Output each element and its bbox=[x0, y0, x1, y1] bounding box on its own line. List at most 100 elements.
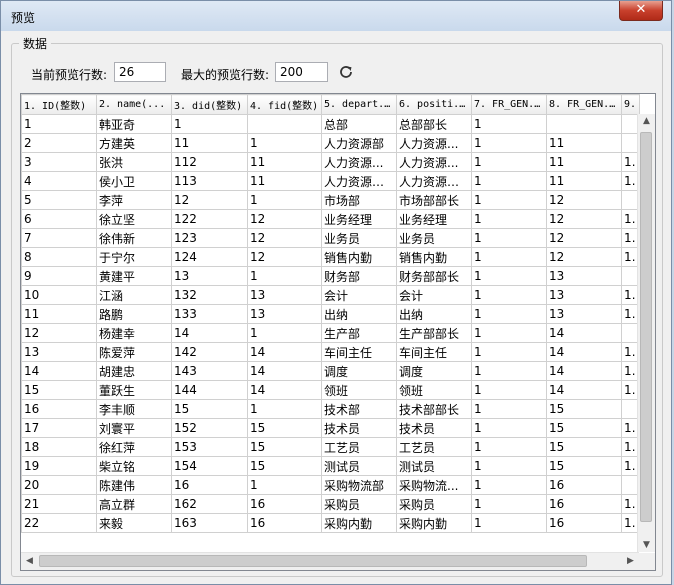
table-cell[interactable]: 领班 bbox=[396, 380, 472, 400]
column-header[interactable]: 9. bbox=[621, 94, 640, 115]
table-cell[interactable]: 15 bbox=[21, 380, 97, 400]
table-cell[interactable]: 122 bbox=[171, 209, 248, 229]
preview-grid[interactable]: 1. ID(整数) 2. name(... 3. did(整数) 4. fid(整数)… bbox=[20, 93, 656, 571]
table-cell[interactable]: 车间主任 bbox=[396, 342, 472, 362]
table-cell[interactable]: 生产部部长 bbox=[396, 323, 472, 343]
table-cell[interactable]: 来毅 bbox=[96, 513, 172, 533]
column-header[interactable]: 3. did(整数) bbox=[171, 94, 248, 115]
table-cell[interactable]: 陈建伟 bbox=[96, 475, 172, 495]
table-cell[interactable]: 市场部 bbox=[321, 190, 397, 210]
table-cell[interactable]: 工艺员 bbox=[396, 437, 472, 457]
table-row[interactable]: 2 方建英 11 1 人力资源部 人力资源... 1 11 bbox=[21, 133, 640, 153]
table-cell[interactable]: 陈爱萍 bbox=[96, 342, 172, 362]
current-rows-field[interactable]: 26 bbox=[114, 62, 166, 82]
table-row[interactable]: 18徐红萍15315工艺员工艺员115153 bbox=[21, 437, 640, 457]
table-row[interactable]: 11路鹏13313出纳出纳113133 bbox=[21, 304, 640, 324]
table-cell[interactable]: 14 bbox=[21, 361, 97, 381]
table-cell[interactable]: 采购员 bbox=[396, 494, 472, 514]
table-cell[interactable]: 22 bbox=[21, 513, 97, 533]
table-cell[interactable] bbox=[546, 114, 622, 134]
table-cell[interactable]: 技术部 bbox=[321, 399, 397, 419]
table-cell[interactable]: 生产部 bbox=[321, 323, 397, 343]
horizontal-scrollbar[interactable]: ◀ ▶ bbox=[21, 552, 639, 570]
table-cell[interactable]: 20 bbox=[21, 475, 97, 495]
table-cell[interactable]: 1 bbox=[471, 133, 547, 153]
table-cell[interactable]: 143 bbox=[171, 361, 248, 381]
table-cell[interactable]: 1 bbox=[247, 266, 322, 286]
table-cell[interactable]: 142 bbox=[171, 342, 248, 362]
table-cell[interactable]: 李萍 bbox=[96, 190, 172, 210]
table-cell[interactable]: 人力资源... bbox=[396, 133, 472, 153]
table-cell[interactable]: 1 bbox=[471, 152, 547, 172]
table-cell[interactable]: 工艺员 bbox=[321, 437, 397, 457]
table-cell[interactable]: 13 bbox=[171, 266, 248, 286]
table-cell[interactable]: 1 bbox=[247, 323, 322, 343]
table-row[interactable]: 6徐立坚12212业务经理业务经理112122 bbox=[21, 209, 640, 229]
table-cell[interactable]: 12 bbox=[546, 190, 622, 210]
table-cell[interactable]: 13 bbox=[546, 266, 622, 286]
column-header[interactable]: 7. FR_GEN... bbox=[471, 94, 547, 115]
table-cell[interactable]: 123 bbox=[171, 228, 248, 248]
table-cell[interactable]: 1 bbox=[471, 228, 547, 248]
table-row[interactable]: 14胡建忠14314调度调度114143 bbox=[21, 361, 640, 381]
table-cell[interactable]: 16 bbox=[21, 399, 97, 419]
table-cell[interactable]: 财务部 bbox=[321, 266, 397, 286]
table-cell[interactable]: 163 bbox=[171, 513, 248, 533]
table-cell[interactable]: 12 bbox=[247, 247, 322, 267]
table-cell[interactable]: 董跃生 bbox=[96, 380, 172, 400]
table-cell[interactable]: 2 bbox=[21, 133, 97, 153]
table-cell[interactable]: 13 bbox=[247, 304, 322, 324]
table-cell[interactable]: 19 bbox=[21, 456, 97, 476]
table-cell[interactable]: 徐红萍 bbox=[96, 437, 172, 457]
table-cell[interactable]: 11 bbox=[247, 171, 322, 191]
table-cell[interactable]: 侯小卫 bbox=[96, 171, 172, 191]
table-cell[interactable]: 112 bbox=[171, 152, 248, 172]
table-cell[interactable]: 技术部部长 bbox=[396, 399, 472, 419]
table-cell[interactable]: 车间主任 bbox=[321, 342, 397, 362]
table-cell[interactable]: 人力资源... bbox=[396, 152, 472, 172]
table-cell[interactable]: 16 bbox=[546, 513, 622, 533]
table-cell[interactable]: 1 bbox=[471, 342, 547, 362]
table-cell[interactable]: 14 bbox=[171, 323, 248, 343]
table-cell[interactable]: 刘寰平 bbox=[96, 418, 172, 438]
table-cell[interactable]: 张洪 bbox=[96, 152, 172, 172]
column-header[interactable]: 1. ID(整数) bbox=[21, 94, 97, 115]
table-cell[interactable]: 12 bbox=[546, 209, 622, 229]
table-cell[interactable]: 15 bbox=[247, 437, 322, 457]
table-cell[interactable]: 江涵 bbox=[96, 285, 172, 305]
table-cell[interactable]: 1 bbox=[247, 190, 322, 210]
table-cell[interactable]: 1 bbox=[471, 114, 547, 134]
table-cell[interactable]: 11 bbox=[546, 171, 622, 191]
table-cell[interactable]: 业务经理 bbox=[396, 209, 472, 229]
table-cell[interactable]: 采购物流部 bbox=[321, 475, 397, 495]
column-header[interactable]: 6. positi... bbox=[396, 94, 472, 115]
table-cell[interactable]: 1 bbox=[471, 323, 547, 343]
table-cell[interactable]: 5 bbox=[21, 190, 97, 210]
table-cell[interactable]: 1 bbox=[21, 114, 97, 134]
table-cell[interactable]: 1 bbox=[471, 456, 547, 476]
table-cell[interactable]: 18 bbox=[21, 437, 97, 457]
close-button[interactable]: ✕ bbox=[619, 1, 663, 21]
table-cell[interactable]: 15 bbox=[546, 437, 622, 457]
table-cell[interactable]: 1 bbox=[471, 209, 547, 229]
table-cell[interactable]: 1 bbox=[471, 380, 547, 400]
table-cell[interactable]: 12 bbox=[171, 190, 248, 210]
table-cell[interactable]: 9 bbox=[21, 266, 97, 286]
table-cell[interactable]: 韩亚奇 bbox=[96, 114, 172, 134]
refresh-icon[interactable] bbox=[338, 64, 354, 80]
table-cell[interactable]: 153 bbox=[171, 437, 248, 457]
table-cell[interactable]: 16 bbox=[171, 475, 248, 495]
table-cell[interactable]: 15 bbox=[546, 418, 622, 438]
table-cell[interactable]: 业务经理 bbox=[321, 209, 397, 229]
table-cell[interactable]: 1 bbox=[247, 133, 322, 153]
table-cell[interactable]: 124 bbox=[171, 247, 248, 267]
table-cell[interactable]: 14 bbox=[546, 361, 622, 381]
table-cell[interactable]: 13 bbox=[546, 304, 622, 324]
table-cell[interactable]: 14 bbox=[247, 342, 322, 362]
table-row[interactable]: 9 黄建平 13 1 财务部 财务部部长 1 13 bbox=[21, 266, 640, 286]
table-cell[interactable]: 调度 bbox=[321, 361, 397, 381]
table-cell[interactable]: 14 bbox=[546, 380, 622, 400]
table-cell[interactable]: 3 bbox=[21, 152, 97, 172]
table-cell[interactable]: 15 bbox=[546, 456, 622, 476]
table-cell[interactable]: 16 bbox=[247, 513, 322, 533]
